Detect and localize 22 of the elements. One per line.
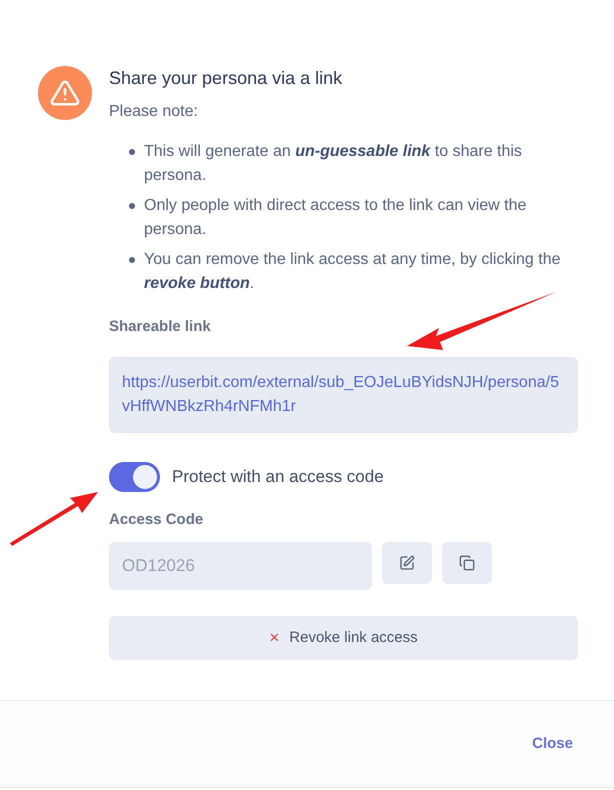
field-label: Access Code: [109, 510, 204, 530]
edit-icon: [399, 555, 415, 571]
bullet-icon: [129, 257, 135, 263]
note-text: This will generate an un-guessable link to share this persona.: [144, 142, 523, 186]
field-label: Shareable link: [109, 317, 212, 337]
close-icon: ×: [269, 625, 280, 651]
intro-text: Please note:: [109, 102, 199, 122]
copy-button[interactable]: [442, 542, 492, 584]
access-code-field[interactable]: OD12026: [109, 542, 372, 590]
note-text: Only people with direct access to the link can view the persona.: [144, 196, 528, 240]
warning-icon: [38, 66, 92, 120]
close-button[interactable]: Close: [532, 732, 573, 756]
bullet-icon: [129, 203, 135, 209]
copy-icon: [459, 555, 475, 571]
note-text: You can remove the link access at any time, by clicking the revoke button.: [144, 250, 562, 294]
bullet-icon: [129, 149, 135, 155]
toggle-label: Protect with an access code: [172, 466, 384, 488]
revoke-button[interactable]: × Revoke link access: [109, 616, 578, 660]
edit-button[interactable]: [382, 542, 432, 584]
toggle-switch[interactable]: [109, 462, 160, 492]
dialog-title: Share your persona via a link: [109, 67, 344, 90]
link-field[interactable]: https://userbit.com/external/sub_EOJeLuBYidsNJH/persona/5vHffWNBkzRh4rNFMh1r: [109, 356, 578, 432]
